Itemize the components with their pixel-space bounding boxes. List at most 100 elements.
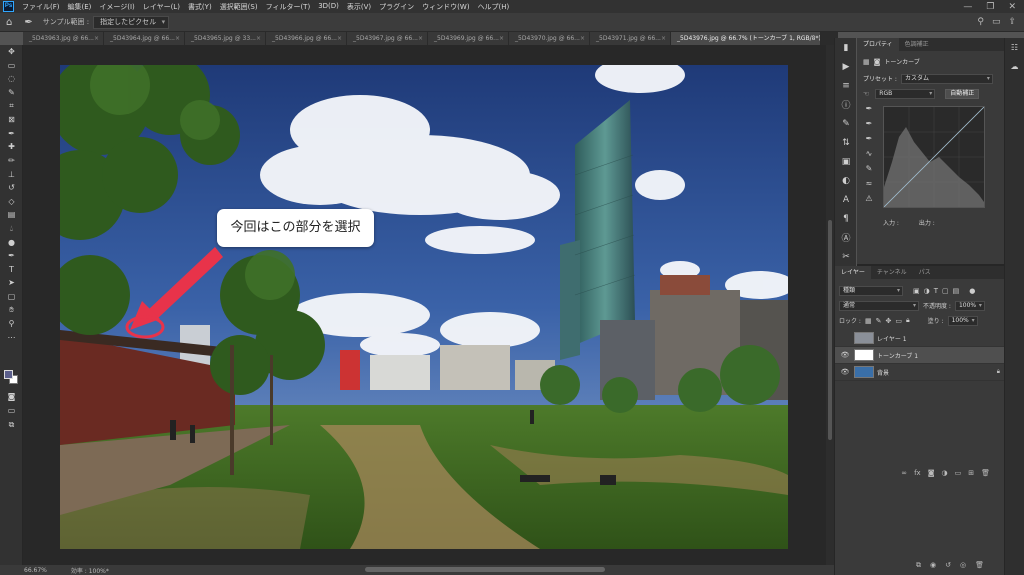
curve-point-icon[interactable]: ∿ bbox=[862, 149, 876, 164]
zoom-level[interactable]: 66.67% bbox=[0, 567, 47, 574]
blur-tool-icon[interactable]: 💧︎ bbox=[0, 222, 23, 236]
quick-select-tool-icon[interactable]: ✎ bbox=[0, 86, 23, 100]
clipping-warning-icon[interactable]: ⚠ bbox=[862, 194, 876, 209]
tab-adjustments[interactable]: 色調補正 bbox=[899, 38, 935, 51]
blend-mode-select[interactable]: 通常 bbox=[839, 300, 919, 311]
info-panel-icon[interactable]: ⓘ bbox=[835, 95, 857, 114]
horizontal-scrollbar-thumb[interactable] bbox=[365, 567, 605, 572]
home-icon[interactable]: ⌂ bbox=[0, 17, 18, 28]
eyedropper-gray-icon[interactable]: ✒ bbox=[862, 119, 876, 134]
more-tool-icon[interactable]: ⋯ bbox=[0, 330, 23, 344]
tab-close-icon[interactable]: × bbox=[175, 32, 180, 45]
tab-close-icon[interactable]: × bbox=[661, 32, 666, 45]
document-tab[interactable]: _5D43966.jpg @ 66... × bbox=[266, 32, 347, 45]
add-mask-icon[interactable]: ◙ bbox=[928, 469, 935, 477]
eyedropper-tool-icon[interactable]: ✒ bbox=[18, 17, 38, 28]
tab-close-icon[interactable]: × bbox=[94, 32, 99, 45]
vertical-scrollbar-thumb[interactable] bbox=[828, 220, 832, 440]
document-image[interactable] bbox=[60, 65, 788, 549]
eyedropper-tool-icon[interactable]: ✒ bbox=[0, 127, 23, 141]
marquee-tool-icon[interactable]: ▭ bbox=[0, 59, 23, 73]
auto-button[interactable]: 自動補正 bbox=[945, 88, 980, 99]
menu-item-9[interactable]: プラグイン bbox=[375, 2, 418, 12]
channel-select[interactable]: RGB bbox=[875, 88, 936, 99]
brush-panel-icon[interactable]: ☁ bbox=[1005, 57, 1024, 76]
tab-close-icon[interactable]: × bbox=[337, 32, 342, 45]
link-layers-icon[interactable]: ∞ bbox=[901, 469, 907, 477]
tab-paths[interactable]: パス bbox=[913, 266, 937, 279]
document-tab[interactable]: _5D43967.jpg @ 66... × bbox=[347, 32, 428, 45]
delete-adjustment-icon[interactable]: 🗑︎ bbox=[975, 561, 984, 570]
document-tab[interactable]: _5D43971.jpg @ 66... × bbox=[590, 32, 671, 45]
share-icon[interactable]: ⇪ bbox=[1008, 17, 1016, 27]
hand-tool-icon[interactable]: ✋︎ bbox=[0, 303, 23, 317]
target-adjust-icon[interactable]: ☜ bbox=[863, 90, 869, 98]
brush-settings-panel-icon[interactable]: ✎ bbox=[835, 114, 857, 133]
menu-item-2[interactable]: イメージ(I) bbox=[95, 2, 138, 12]
delete-layer-icon[interactable]: 🗑︎ bbox=[981, 469, 990, 477]
libraries-icon[interactable]: ☷ bbox=[1005, 38, 1024, 57]
fill-input[interactable]: 100% bbox=[947, 315, 978, 326]
new-group-icon[interactable]: ▭ bbox=[955, 469, 962, 477]
levels-panel-icon[interactable]: ≡ bbox=[835, 76, 857, 95]
mask-icon[interactable]: ◙ bbox=[874, 58, 881, 66]
visibility-eye-icon[interactable]: 👁︎ bbox=[839, 368, 851, 376]
lock-image-icon[interactable]: ✎ bbox=[876, 317, 882, 325]
move-tool-icon[interactable]: ✥ bbox=[0, 45, 23, 59]
layer-row[interactable]: 👁︎ 背景 🔒︎ bbox=[835, 364, 1004, 381]
new-layer-icon[interactable]: ⊞ bbox=[968, 469, 974, 477]
character-swatch-panel-icon[interactable]: ▣ bbox=[835, 152, 857, 171]
tab-close-icon[interactable]: × bbox=[811, 32, 816, 45]
document-tab[interactable]: _5D43964.jpg @ 66... × bbox=[104, 32, 185, 45]
character-panel-icon[interactable]: A bbox=[835, 190, 857, 209]
layer-style-icon[interactable]: fx bbox=[914, 469, 921, 477]
eraser-tool-icon[interactable]: ◇ bbox=[0, 195, 23, 209]
filter-smart-icon[interactable]: ▤ bbox=[953, 287, 960, 295]
dodge-tool-icon[interactable]: ● bbox=[0, 235, 23, 249]
minimize-icon[interactable]: — bbox=[963, 2, 972, 12]
lock-position-icon[interactable]: ✥ bbox=[885, 317, 891, 325]
tab-close-icon[interactable]: × bbox=[256, 32, 261, 45]
tools-extra-panel-icon[interactable]: ✂ bbox=[835, 247, 857, 266]
tab-layers[interactable]: レイヤー bbox=[835, 266, 871, 279]
search-icon[interactable]: ⚲ bbox=[977, 17, 984, 27]
menu-item-4[interactable]: 書式(Y) bbox=[184, 2, 216, 12]
histogram-panel-icon[interactable]: ▮ bbox=[835, 38, 857, 57]
tab-channels[interactable]: チャンネル bbox=[871, 266, 913, 279]
tab-properties[interactable]: プロパティ bbox=[857, 38, 899, 51]
filter-shape-icon[interactable]: ▢ bbox=[942, 287, 949, 295]
lock-all-icon[interactable]: 🔒︎ bbox=[906, 316, 910, 325]
view-previous-icon[interactable]: ◉ bbox=[930, 561, 936, 570]
menu-item-1[interactable]: 編集(E) bbox=[64, 2, 96, 12]
filter-adjustment-icon[interactable]: ◑ bbox=[924, 287, 930, 295]
type-tool-icon[interactable]: T bbox=[0, 263, 23, 277]
eyedropper-black-icon[interactable]: ✒ bbox=[862, 104, 876, 119]
frame-tool-icon[interactable]: ⊠ bbox=[0, 113, 23, 127]
filter-type-icon[interactable]: T bbox=[934, 287, 938, 295]
paragraph-panel-icon[interactable]: ¶ bbox=[835, 209, 857, 228]
play-panel-icon[interactable]: ▶ bbox=[835, 57, 857, 76]
gradient-tool-icon[interactable]: ▤ bbox=[0, 208, 23, 222]
foreground-color-swatch[interactable] bbox=[4, 370, 13, 379]
layer-row[interactable]: レイヤー 1 bbox=[835, 330, 1004, 347]
eyedropper-white-icon[interactable]: ✒ bbox=[862, 134, 876, 149]
preset-select[interactable]: カスタム bbox=[900, 73, 993, 84]
glyphs-panel-icon[interactable]: Ⓐ bbox=[835, 228, 857, 247]
path-select-tool-icon[interactable]: ➤ bbox=[0, 276, 23, 290]
menu-item-7[interactable]: 3D(D) bbox=[314, 2, 343, 12]
close-icon[interactable]: ✕ bbox=[1008, 2, 1016, 12]
clip-icon[interactable]: ⧉ bbox=[916, 561, 921, 570]
tab-close-icon[interactable]: × bbox=[580, 32, 585, 45]
pencil-icon[interactable]: ✎ bbox=[862, 164, 876, 179]
sample-size-select[interactable]: 指定したピクセル bbox=[93, 15, 170, 29]
menu-item-10[interactable]: ウィンドウ(W) bbox=[418, 2, 473, 12]
layer-row[interactable]: 👁︎ トーンカーブ 1 bbox=[835, 347, 1004, 364]
workspace-icon[interactable]: ▭ bbox=[992, 17, 1001, 27]
visibility-icon[interactable]: ◎ bbox=[960, 561, 966, 570]
document-tab[interactable]: _5D43965.jpg @ 33... × bbox=[185, 32, 266, 45]
screen-mode-icon[interactable]: ▭ bbox=[0, 404, 23, 418]
pen-tool-icon[interactable]: ✒ bbox=[0, 249, 23, 263]
filter-pixel-icon[interactable]: ▣ bbox=[913, 287, 920, 295]
zoom-tool-icon[interactable]: ⚲ bbox=[0, 317, 23, 331]
color-panel-icon[interactable]: ◐ bbox=[835, 171, 857, 190]
